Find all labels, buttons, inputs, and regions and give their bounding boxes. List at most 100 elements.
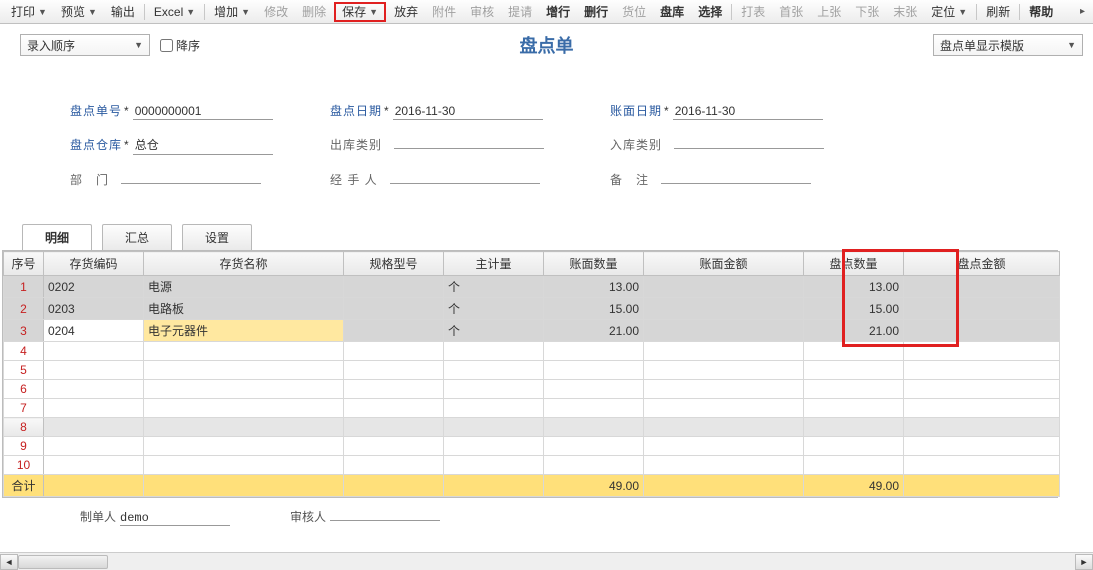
dropdown-arrow-icon: ▼ <box>1067 40 1076 50</box>
cell-book-amt[interactable] <box>644 320 804 342</box>
next-button[interactable]: 下张 <box>849 2 885 22</box>
tab-summary[interactable]: 汇总 <box>102 224 172 250</box>
table-row-empty[interactable]: 8 <box>4 418 1060 437</box>
table-row-empty[interactable]: 6 <box>4 380 1060 399</box>
cell-unit[interactable]: 个 <box>444 276 544 298</box>
template-combo[interactable]: 盘点单显示模版 ▼ <box>933 34 1083 56</box>
sort-order-value: 录入顺序 <box>27 37 75 54</box>
cell-code[interactable]: 0204 <box>44 320 144 342</box>
cell-book-qty[interactable]: 15.00 <box>544 298 644 320</box>
required-star: * <box>124 138 129 152</box>
bin-button[interactable]: 货位 <box>616 2 652 22</box>
cell-name[interactable]: 电路板 <box>144 298 344 320</box>
handler-group: 经 手 人 <box>330 171 610 188</box>
cell-unit[interactable]: 个 <box>444 298 544 320</box>
tab-detail[interactable]: 明细 <box>22 224 92 250</box>
table-row-empty[interactable]: 10 <box>4 456 1060 475</box>
book-date-value[interactable]: 2016-11-30 <box>673 104 823 120</box>
document-footer: 制单人 demo 审核人 <box>0 498 1060 530</box>
hscroll-left-icon[interactable]: ◄ <box>0 554 18 570</box>
col-header-name[interactable]: 存货名称 <box>144 252 344 276</box>
last-button[interactable]: 末张 <box>887 2 923 22</box>
col-header-book-qty[interactable]: 账面数量 <box>544 252 644 276</box>
output-button[interactable]: 输出 <box>105 2 141 22</box>
table-row-empty[interactable]: 4 <box>4 342 1060 361</box>
toolbar-separator <box>144 4 145 20</box>
cell-unit[interactable]: 个 <box>444 320 544 342</box>
col-header-count-amt[interactable]: 盘点金额 <box>904 252 1060 276</box>
cell-count-qty[interactable]: 13.00 <box>804 276 904 298</box>
save-button[interactable]: 保存▼ <box>334 2 386 22</box>
submit-button[interactable]: 提请 <box>502 2 538 22</box>
report-button[interactable]: 打表 <box>735 2 771 22</box>
cell-book-amt[interactable] <box>644 298 804 320</box>
sort-order-combo[interactable]: 录入顺序 ▼ <box>20 34 150 56</box>
abandon-button[interactable]: 放弃 <box>388 2 424 22</box>
delete-button[interactable]: 删除 <box>296 2 332 22</box>
edit-button[interactable]: 修改 <box>258 2 294 22</box>
table-row[interactable]: 30204电子元器件个21.0021.00 <box>4 320 1060 342</box>
help-button[interactable]: 帮助 <box>1023 2 1059 22</box>
add-button[interactable]: 增加▼ <box>208 2 256 22</box>
cell-count-qty[interactable]: 21.00 <box>804 320 904 342</box>
content-scroll-area[interactable]: 盘点单号 * 0000000001 盘点日期 * 2016-11-30 账面日期… <box>0 62 1093 552</box>
table-row-empty[interactable]: 5 <box>4 361 1060 380</box>
doc-date-value[interactable]: 2016-11-30 <box>393 104 543 120</box>
cell-book-qty[interactable]: 13.00 <box>544 276 644 298</box>
doc-no-value[interactable]: 0000000001 <box>133 104 273 120</box>
addrow-button[interactable]: 增行 <box>540 2 576 22</box>
cell-count-amt[interactable] <box>904 298 1060 320</box>
col-header-seq[interactable]: 序号 <box>4 252 44 276</box>
warehouse-value[interactable]: 总仓 <box>133 136 273 155</box>
cell-book-amt[interactable] <box>644 276 804 298</box>
locate-button[interactable]: 定位▼ <box>925 2 973 22</box>
table-row[interactable]: 10202电源个13.0013.00 <box>4 276 1060 298</box>
cell-spec[interactable] <box>344 320 444 342</box>
stock-button[interactable]: 盘库 <box>654 2 690 22</box>
cell-count-qty[interactable]: 15.00 <box>804 298 904 320</box>
cell-code[interactable]: 0203 <box>44 298 144 320</box>
table-row-empty[interactable]: 7 <box>4 399 1060 418</box>
col-header-code[interactable]: 存货编码 <box>44 252 144 276</box>
hscroll-thumb[interactable] <box>18 555 108 569</box>
print-button[interactable]: 打印▼ <box>5 2 53 22</box>
descending-checkbox[interactable] <box>160 39 173 52</box>
handler-value[interactable] <box>390 182 540 184</box>
select-button[interactable]: 选择 <box>692 2 728 22</box>
cell-count-amt[interactable] <box>904 320 1060 342</box>
cell-book-qty[interactable]: 21.00 <box>544 320 644 342</box>
col-header-count-qty[interactable]: 盘点数量 <box>804 252 904 276</box>
hscroll-right-icon[interactable]: ► <box>1075 554 1093 570</box>
cell-spec[interactable] <box>344 298 444 320</box>
table-row-empty[interactable]: 9 <box>4 437 1060 456</box>
prev-button[interactable]: 上张 <box>811 2 847 22</box>
toolbar-overflow-icon[interactable]: ▸ <box>1076 6 1089 17</box>
cell-name[interactable]: 电子元器件 <box>144 320 344 342</box>
attach-button[interactable]: 附件 <box>426 2 462 22</box>
cell-spec[interactable] <box>344 276 444 298</box>
col-header-book-amt[interactable]: 账面金额 <box>644 252 804 276</box>
delrow-button[interactable]: 删行 <box>578 2 614 22</box>
dept-value[interactable] <box>121 182 261 184</box>
dept-group: 部 门 <box>70 171 330 188</box>
col-header-spec[interactable]: 规格型号 <box>344 252 444 276</box>
table-row[interactable]: 20203电路板个15.0015.00 <box>4 298 1060 320</box>
first-button[interactable]: 首张 <box>773 2 809 22</box>
in-type-label: 入库类别 <box>610 136 662 153</box>
out-type-value[interactable] <box>394 147 544 149</box>
preview-button[interactable]: 预览▼ <box>55 2 103 22</box>
horizontal-scrollbar[interactable]: ◄ ► <box>0 552 1093 570</box>
excel-button[interactable]: Excel▼ <box>148 2 201 22</box>
audit-button[interactable]: 审核 <box>464 2 500 22</box>
descending-checkbox-wrap[interactable]: 降序 <box>160 37 200 54</box>
col-header-unit[interactable]: 主计量 <box>444 252 544 276</box>
detail-grid[interactable]: 序号 存货编码 存货名称 规格型号 主计量 账面数量 账面金额 盘点数量 盘点金… <box>3 251 1060 497</box>
refresh-button[interactable]: 刷新 <box>980 2 1016 22</box>
remark-value[interactable] <box>661 182 811 184</box>
cell-name[interactable]: 电源 <box>144 276 344 298</box>
tab-settings[interactable]: 设置 <box>182 224 252 250</box>
cell-code[interactable]: 0202 <box>44 276 144 298</box>
cell-count-amt[interactable] <box>904 276 1060 298</box>
descending-label: 降序 <box>176 37 200 54</box>
in-type-value[interactable] <box>674 147 824 149</box>
